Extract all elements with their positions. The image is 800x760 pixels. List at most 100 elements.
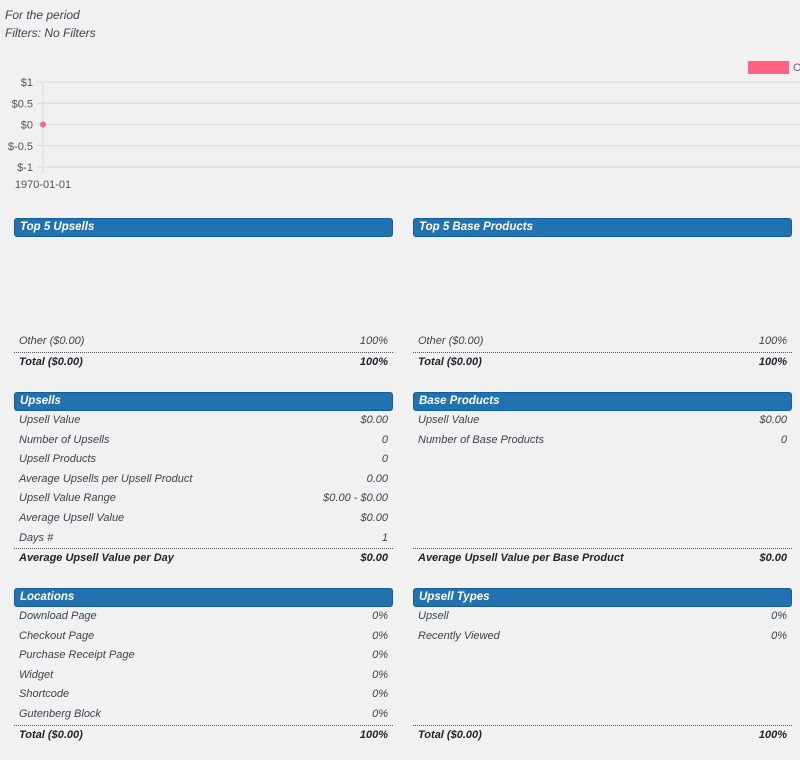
- top-upsells-header[interactable]: Top 5 Upsells: [14, 218, 393, 237]
- total-row: Total ($0.00) 100%: [14, 724, 393, 745]
- row-label: Purchase Receipt Page: [19, 649, 135, 662]
- row-label: Number of Base Products: [418, 433, 544, 446]
- y-axis-ticks: $1 $0.5 $0 $-0.5 $-1: [8, 77, 33, 174]
- base-products-panel: Base Products Upsell Value $0.00 Number o…: [413, 392, 792, 568]
- row-label: Shortcode: [19, 688, 70, 701]
- y-tick-label: $-1: [17, 162, 33, 174]
- row-value: 0%: [372, 688, 388, 701]
- chart-grid: [37, 81, 800, 173]
- row-value: 0%: [372, 668, 388, 681]
- report-intro: For the period Filters: No Filters: [5, 7, 96, 42]
- y-tick-label: $1: [21, 77, 33, 89]
- upsell-types-panel: Upsell Types Upsell 0% Recently Viewed 0% …: [413, 588, 792, 745]
- row-value: 100%: [758, 335, 787, 347]
- list-item: Shortcode 0%: [14, 685, 393, 705]
- empty-area: [413, 646, 792, 724]
- row-label: Number of Upsells: [19, 433, 110, 446]
- row-value: 0.00: [366, 472, 388, 485]
- row-value: 0%: [771, 629, 787, 642]
- legend-swatch[interactable]: [748, 61, 789, 74]
- list-item: Upsell Products 0: [14, 450, 393, 470]
- row-label: Upsell Value: [19, 414, 81, 426]
- list-item: Purchase Receipt Page 0%: [14, 646, 393, 666]
- data-point[interactable]: [40, 121, 46, 128]
- list-item: Days # 1: [14, 529, 393, 549]
- total-label: Average Upsell Value per Base Product: [418, 552, 624, 565]
- legend-label: O: [793, 62, 800, 74]
- row-label: Other ($0.00): [19, 335, 85, 347]
- upsell-value-chart: $1 $0.5 $0 $-0.5 $-1 1970-01-01 O: [8, 61, 800, 191]
- top-base-products-header[interactable]: Top 5 Base Products: [413, 218, 792, 237]
- row-value: $0.00 - $0.00: [323, 492, 388, 505]
- locations-header[interactable]: Locations: [14, 588, 393, 607]
- list-item: Widget 0%: [14, 666, 393, 686]
- y-tick-label: $0.5: [12, 98, 33, 110]
- total-label: Total ($0.00): [418, 355, 482, 368]
- row-value: $0.00: [360, 414, 388, 426]
- row-value: 0%: [372, 610, 388, 622]
- row-label: Download Page: [19, 610, 97, 622]
- row-value: 0: [780, 433, 787, 446]
- total-row: Total ($0.00) 100%: [413, 351, 792, 372]
- total-value: 100%: [758, 728, 787, 741]
- list-item: Gutenberg Block 0%: [14, 705, 393, 725]
- y-tick-label: $0: [21, 120, 33, 132]
- row-label: Upsell Products: [19, 453, 97, 466]
- y-tick-label: $-0.5: [8, 141, 33, 153]
- list-item: Number of Upsells 0: [14, 431, 393, 451]
- top-upsells-chart-area: [14, 237, 393, 332]
- list-item: Upsell 0%: [413, 607, 792, 627]
- list-item: Recently Viewed 0%: [413, 627, 792, 647]
- list-item: Upsell Value $0.00: [14, 411, 393, 431]
- row-label: Upsell Value: [418, 414, 480, 426]
- x-tick-label: 1970-01-01: [15, 179, 71, 191]
- total-value: 100%: [758, 355, 787, 368]
- row-label: Recently Viewed: [418, 629, 500, 642]
- list-item: Average Upsells per Upsell Product 0.00: [14, 470, 393, 490]
- total-label: Total ($0.00): [19, 728, 83, 741]
- top-base-products-panel: Top 5 Base Products Other ($0.00) 100% T…: [413, 218, 792, 372]
- row-value: $0.00: [759, 414, 787, 426]
- list-item: Number of Base Products 0: [413, 431, 792, 451]
- row-value: 0: [381, 433, 388, 446]
- row-label: Average Upsell Value: [19, 511, 125, 524]
- total-value: $0.00: [759, 552, 787, 565]
- locations-panel: Locations Download Page 0% Checkout Page 0…: [14, 588, 393, 745]
- row-label: Upsell: [418, 610, 449, 622]
- row-value: 1: [381, 531, 388, 544]
- row-value: 100%: [359, 335, 388, 347]
- upsell-types-header[interactable]: Upsell Types: [413, 588, 792, 607]
- list-item: Download Page 0%: [14, 607, 393, 627]
- total-row: Total ($0.00) 100%: [14, 351, 393, 372]
- row-value: 0%: [372, 649, 388, 662]
- row-label: Widget: [19, 668, 54, 681]
- upsells-panel: Upsells Upsell Value $0.00 Number of Upse…: [14, 392, 393, 568]
- total-value: 100%: [359, 728, 388, 741]
- row-value: 0: [381, 453, 388, 466]
- upsells-header[interactable]: Upsells: [14, 392, 393, 411]
- total-label: Total ($0.00): [418, 728, 482, 741]
- row-label: Average Upsells per Upsell Product: [19, 472, 193, 485]
- row-label: Checkout Page: [19, 629, 95, 642]
- row-value: 0%: [771, 610, 787, 622]
- base-products-header[interactable]: Base Products: [413, 392, 792, 411]
- list-item: Other ($0.00) 100%: [413, 332, 792, 352]
- chart-series: [40, 121, 46, 128]
- list-item: Average Upsell Value $0.00: [14, 509, 393, 529]
- empty-area: [413, 450, 792, 548]
- row-label: Other ($0.00): [418, 335, 484, 347]
- total-value: 100%: [359, 355, 388, 368]
- top-upsells-panel: Top 5 Upsells Other ($0.00) 100% Total (…: [14, 218, 393, 372]
- total-label: Total ($0.00): [19, 355, 83, 368]
- filters-label: Filters: No Filters: [5, 25, 96, 40]
- row-value: $0.00: [360, 511, 388, 524]
- total-row: Total ($0.00) 100%: [413, 724, 792, 745]
- row-value: 0%: [372, 707, 388, 720]
- row-value: 0%: [372, 629, 388, 642]
- total-label: Average Upsell Value per Day: [19, 552, 174, 565]
- row-label: Gutenberg Block: [19, 707, 101, 720]
- total-row: Average Upsell Value per Day $0.00: [14, 548, 393, 568]
- list-item: Upsell Value $0.00: [413, 411, 792, 431]
- x-axis-ticks: 1970-01-01: [15, 179, 71, 191]
- list-item: Other ($0.00) 100%: [14, 332, 393, 352]
